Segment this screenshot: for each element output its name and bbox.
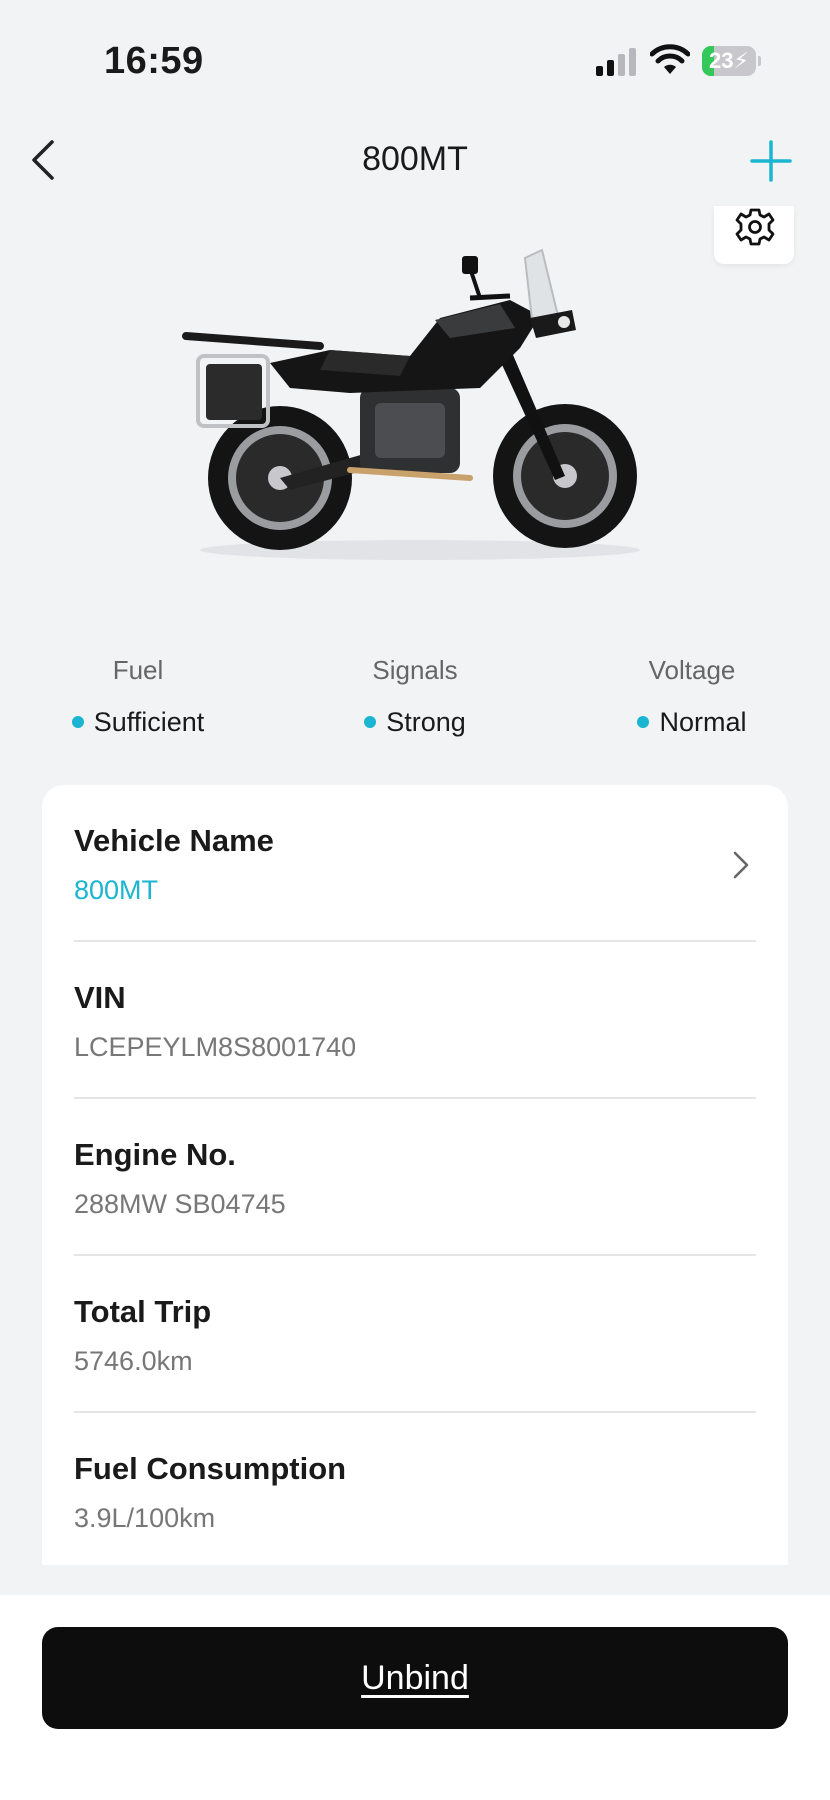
vin-row: VIN LCEPEYLM8S8001740 — [74, 942, 756, 1099]
engine-no-row: Engine No. 288MW SB04745 — [74, 1099, 756, 1256]
stat-label: Voltage — [648, 655, 736, 685]
vehicle-info-card: Vehicle Name 800MT VIN LCEPEYLM8S8001740… — [42, 785, 788, 1565]
engine-no-value: 288MW SB04745 — [74, 1189, 286, 1219]
stat-label: Fuel — [112, 655, 164, 685]
fuel-consumption-row: Fuel Consumption 3.9L/100km — [74, 1413, 756, 1570]
row-label: Vehicle Name — [74, 823, 274, 858]
wifi-icon — [650, 44, 690, 74]
status-time: 16:59 — [104, 40, 204, 82]
status-dot-icon — [71, 716, 84, 728]
fuel-consumption-value: 3.9L/100km — [74, 1503, 216, 1533]
vehicle-status-row: Fuel Sufficient Signals Strong Voltage N… — [0, 650, 830, 750]
cellular-signal-icon — [596, 48, 636, 76]
row-label: Total Trip — [74, 1294, 212, 1329]
battery-level: 23⚡ — [709, 48, 749, 73]
stat-value: Normal — [659, 707, 747, 737]
motorcycle-image — [182, 248, 640, 560]
bottom-action-bar: Unbind — [0, 1595, 830, 1800]
row-label: VIN — [74, 980, 126, 1015]
row-label: Engine No. — [74, 1137, 236, 1172]
total-trip-value: 5746.0km — [74, 1346, 193, 1376]
total-trip-row: Total Trip 5746.0km — [74, 1256, 756, 1413]
stat-value: Sufficient — [93, 707, 205, 737]
vin-value: LCEPEYLM8S8001740 — [74, 1032, 357, 1062]
stat-voltage: Voltage Normal — [572, 650, 812, 742]
status-bar: 16:59 23⚡ — [0, 0, 830, 120]
battery-icon: 23⚡ — [702, 46, 761, 76]
nav-bar: 800MT — [0, 120, 830, 200]
stat-label: Signals — [372, 655, 458, 685]
stat-signals: Signals Strong — [295, 650, 535, 742]
unbind-button[interactable]: Unbind — [42, 1627, 788, 1729]
chevron-right-icon — [733, 851, 749, 879]
status-dot-icon — [637, 716, 650, 728]
stat-fuel: Fuel Sufficient — [18, 650, 258, 742]
settings-button[interactable] — [714, 206, 794, 264]
vehicle-name-row[interactable]: Vehicle Name 800MT — [74, 785, 756, 942]
stat-value: Strong — [386, 707, 466, 737]
gear-icon — [735, 208, 775, 246]
page-title: 800MT — [362, 140, 468, 178]
row-label: Fuel Consumption — [74, 1451, 347, 1486]
status-dot-icon — [364, 716, 377, 728]
plus-icon[interactable] — [750, 140, 792, 182]
vehicle-name-value: 800MT — [74, 875, 159, 905]
